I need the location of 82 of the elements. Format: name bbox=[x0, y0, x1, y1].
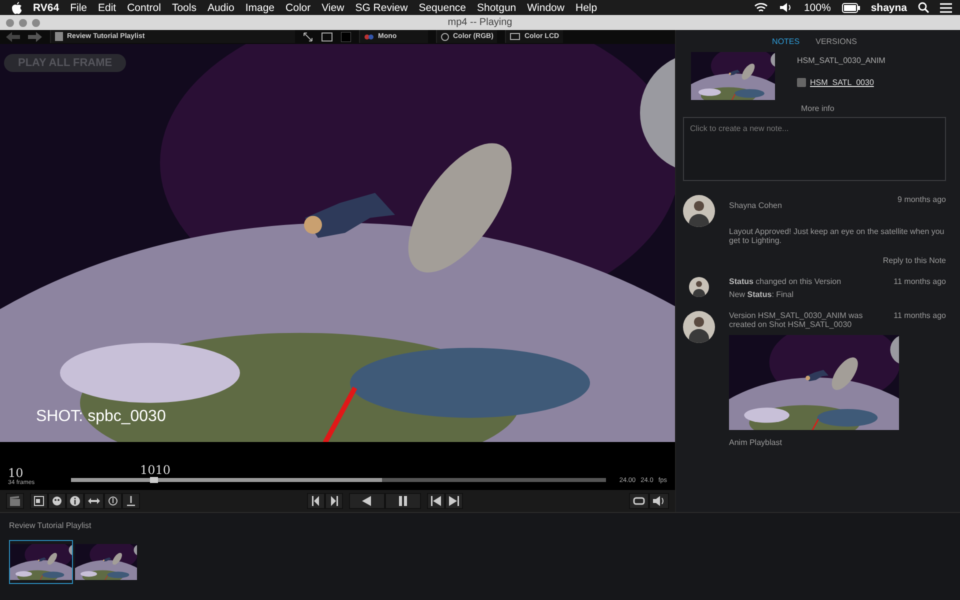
new-note-field[interactable]: Click to create a new note... bbox=[683, 117, 946, 181]
circle-icon bbox=[441, 32, 449, 41]
menu-item[interactable]: File bbox=[70, 2, 87, 14]
version-name: HSM_SATL_0030_ANIM bbox=[797, 56, 886, 65]
panel-tab[interactable]: NOTES bbox=[772, 37, 800, 46]
menu-item[interactable]: Edit bbox=[98, 2, 116, 14]
download-button[interactable] bbox=[122, 493, 140, 510]
menu-item[interactable]: Control bbox=[127, 2, 161, 14]
thumbnail-caption: Anim Playblast bbox=[729, 438, 783, 448]
info-button[interactable] bbox=[66, 493, 84, 510]
skip-to-start-button[interactable] bbox=[426, 493, 444, 510]
forward-arrow-icon[interactable] bbox=[28, 32, 42, 42]
app-name[interactable]: RV64 bbox=[33, 2, 60, 14]
panel-tab[interactable]: VERSIONS bbox=[816, 37, 857, 46]
menu-item[interactable]: Shotgun bbox=[477, 2, 516, 14]
menu-item[interactable]: Color bbox=[286, 2, 311, 14]
loop-button[interactable] bbox=[629, 493, 649, 510]
user-name[interactable]: shayna bbox=[870, 2, 907, 14]
document-icon bbox=[55, 32, 63, 42]
menu-item[interactable]: Help bbox=[575, 2, 598, 14]
frame-icon[interactable] bbox=[321, 32, 333, 42]
menu-item[interactable]: Sequence bbox=[418, 2, 466, 14]
skip-to-end-button[interactable] bbox=[444, 493, 462, 510]
step-forward-icon bbox=[328, 496, 338, 506]
speaker-icon bbox=[653, 496, 665, 506]
avatar bbox=[683, 310, 715, 343]
reply-link[interactable]: Reply to this Note bbox=[882, 248, 946, 266]
clapper-button[interactable] bbox=[6, 493, 24, 510]
menu-item[interactable]: Tools bbox=[172, 2, 196, 14]
more-info-link[interactable]: More info bbox=[801, 100, 834, 117]
channel-dots-icon bbox=[364, 34, 374, 40]
fit-arrows-icon[interactable] bbox=[303, 32, 313, 42]
skip-to-end-icon bbox=[448, 496, 458, 506]
panel-button[interactable] bbox=[30, 493, 48, 510]
avatar bbox=[683, 195, 715, 227]
shot-link[interactable]: HSM_SATL_0030 bbox=[810, 78, 874, 87]
note-text: Layout Approved! Just keep an eye on the satellite when you get to Lighting. bbox=[729, 227, 946, 246]
menu-item[interactable]: SG Review bbox=[355, 2, 408, 14]
swap-arrows-button[interactable] bbox=[84, 493, 104, 510]
step-back-button[interactable] bbox=[306, 493, 324, 510]
double-arrow-icon bbox=[88, 496, 100, 506]
playhead[interactable] bbox=[150, 477, 158, 484]
shot-label: SHOT: spbc_0030 bbox=[36, 408, 166, 426]
monitor-icon bbox=[510, 32, 520, 41]
timestamp: 11 months ago bbox=[894, 310, 946, 320]
list-icon[interactable] bbox=[940, 2, 952, 12]
loop-icon bbox=[633, 496, 645, 506]
apple-icon[interactable] bbox=[12, 2, 22, 14]
battery-icon[interactable] bbox=[842, 2, 860, 12]
timestamp: 11 months ago bbox=[894, 277, 946, 286]
menu-item[interactable]: Window bbox=[527, 2, 564, 14]
menu-item[interactable]: View bbox=[322, 2, 344, 14]
status-change-text: Status changed on this Version bbox=[729, 277, 842, 287]
menu-item[interactable]: Image bbox=[245, 2, 275, 14]
background-swatch-icon[interactable] bbox=[341, 32, 351, 42]
window-title: mp4 -- Playing bbox=[448, 17, 512, 28]
pause-button[interactable] bbox=[384, 493, 420, 510]
download-icon bbox=[126, 496, 136, 506]
step-forward-button[interactable] bbox=[324, 493, 342, 510]
clapper-icon bbox=[10, 496, 20, 506]
battery-percent: 100% bbox=[804, 2, 831, 14]
panel-icon bbox=[34, 496, 44, 506]
skip-to-start-icon bbox=[430, 496, 440, 506]
volume-button[interactable] bbox=[649, 493, 669, 510]
menu-item[interactable]: Audio bbox=[207, 2, 234, 14]
play-reverse-icon bbox=[362, 496, 371, 506]
info-icon bbox=[70, 496, 80, 506]
pause-icon bbox=[398, 496, 406, 506]
author-name: Shayna Cohen bbox=[729, 200, 782, 212]
avatar bbox=[689, 277, 709, 298]
playlist-title: Review Tutorial Playlist bbox=[9, 521, 92, 530]
volume-icon[interactable] bbox=[778, 2, 793, 13]
version-created-text: Version HSM_SATL_0030_ANIM was created on Shot HSM_SATL_0030 bbox=[729, 310, 864, 330]
film-icon bbox=[797, 78, 806, 87]
new-status-text: New Status: Final bbox=[729, 290, 794, 299]
play-reverse-button[interactable] bbox=[348, 493, 384, 510]
search-icon[interactable] bbox=[918, 2, 929, 13]
timestamp: 9 months ago bbox=[898, 195, 946, 204]
current-frame: 10 bbox=[8, 466, 62, 480]
step-back-icon bbox=[310, 496, 320, 506]
playhead-frame: 1010 bbox=[140, 463, 171, 478]
wifi-icon[interactable] bbox=[754, 2, 768, 13]
